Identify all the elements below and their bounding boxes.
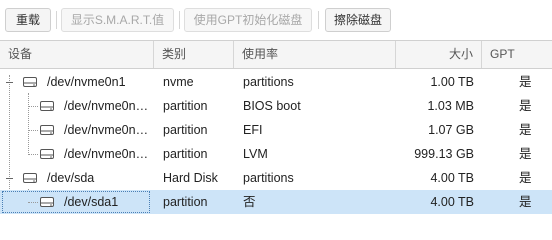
- size-cell: 1.07 GB: [428, 123, 474, 137]
- type-cell: partition: [163, 147, 208, 161]
- gpt-cell: 是: [519, 99, 532, 113]
- hdd-icon: [40, 149, 54, 159]
- size-cell: 1.00 TB: [430, 75, 474, 89]
- device-cell: /dev/sda: [47, 171, 95, 185]
- disk-grid: 设备 类别 使用率 大小 GPT /dev/nvme0n1 nvme parti…: [0, 40, 552, 229]
- init-gpt-button[interactable]: 使用GPT初始化磁盘: [184, 8, 312, 32]
- usage-cell: partitions: [243, 171, 294, 185]
- column-header-usage[interactable]: 使用率: [234, 41, 396, 68]
- tree-line: [28, 130, 38, 131]
- usage-cell: EFI: [243, 123, 263, 137]
- size-cell: 4.00 TB: [430, 171, 474, 185]
- table-row[interactable]: /dev/sda Hard Disk partitions 4.00 TB 是: [0, 166, 552, 190]
- usage-cell: BIOS boot: [243, 99, 301, 113]
- size-cell: 999.13 GB: [414, 147, 474, 161]
- device-cell: /dev/sda1: [64, 195, 119, 209]
- reload-button[interactable]: 重载: [5, 8, 51, 32]
- toolbar-separator: [56, 11, 57, 29]
- type-cell: partition: [163, 195, 208, 209]
- column-header-device[interactable]: 设备: [0, 41, 154, 68]
- show-smart-button[interactable]: 显示S.M.A.R.T.值: [61, 8, 174, 32]
- hdd-icon: [23, 77, 37, 87]
- usage-cell: LVM: [243, 147, 268, 161]
- device-cell: /dev/nvme0n1p3: [64, 147, 151, 161]
- tree-line: [28, 106, 38, 107]
- toolbar: 重载 显示S.M.A.R.T.值 使用GPT初始化磁盘 擦除磁盘: [0, 0, 552, 40]
- hdd-icon: [40, 125, 54, 135]
- collapse-toggle-icon[interactable]: [6, 178, 13, 179]
- column-header-gpt[interactable]: GPT: [482, 41, 552, 68]
- wipe-disk-button[interactable]: 擦除磁盘: [325, 8, 391, 32]
- type-cell: partition: [163, 99, 208, 113]
- device-cell: /dev/nvme0n1p2: [64, 123, 151, 137]
- type-cell: nvme: [163, 75, 194, 89]
- device-cell: /dev/nvme0n1p1: [64, 99, 151, 113]
- gpt-cell: 是: [519, 147, 532, 161]
- gpt-cell: 是: [519, 171, 532, 185]
- gpt-cell: 是: [519, 195, 532, 209]
- toolbar-separator: [318, 11, 319, 29]
- table-row[interactable]: /dev/nvme0n1p1 partition BIOS boot 1.03 …: [0, 94, 552, 118]
- usage-cell: 否: [243, 195, 256, 209]
- hdd-icon: [40, 101, 54, 111]
- tree-line: [28, 154, 38, 155]
- table-row[interactable]: /dev/nvme0n1 nvme partitions 1.00 TB 是: [0, 70, 552, 94]
- table-row[interactable]: /dev/nvme0n1p3 partition LVM 999.13 GB 是: [0, 142, 552, 166]
- hdd-icon: [23, 173, 37, 183]
- device-cell: /dev/nvme0n1: [47, 75, 126, 89]
- type-cell: Hard Disk: [163, 171, 218, 185]
- gpt-cell: 是: [519, 75, 532, 89]
- size-cell: 1.03 MB: [427, 99, 474, 113]
- tree-line: [28, 202, 38, 203]
- collapse-toggle-icon[interactable]: [6, 82, 13, 83]
- toolbar-separator: [179, 11, 180, 29]
- grid-header: 设备 类别 使用率 大小 GPT: [0, 41, 552, 69]
- column-header-type[interactable]: 类别: [154, 41, 234, 68]
- usage-cell: partitions: [243, 75, 294, 89]
- size-cell: 4.00 TB: [430, 195, 474, 209]
- hdd-icon: [40, 197, 54, 207]
- gpt-cell: 是: [519, 123, 532, 137]
- column-header-size[interactable]: 大小: [396, 41, 482, 68]
- type-cell: partition: [163, 123, 208, 137]
- table-row[interactable]: /dev/nvme0n1p2 partition EFI 1.07 GB 是: [0, 118, 552, 142]
- table-row-selected[interactable]: /dev/sda1 partition 否 4.00 TB 是: [0, 190, 552, 214]
